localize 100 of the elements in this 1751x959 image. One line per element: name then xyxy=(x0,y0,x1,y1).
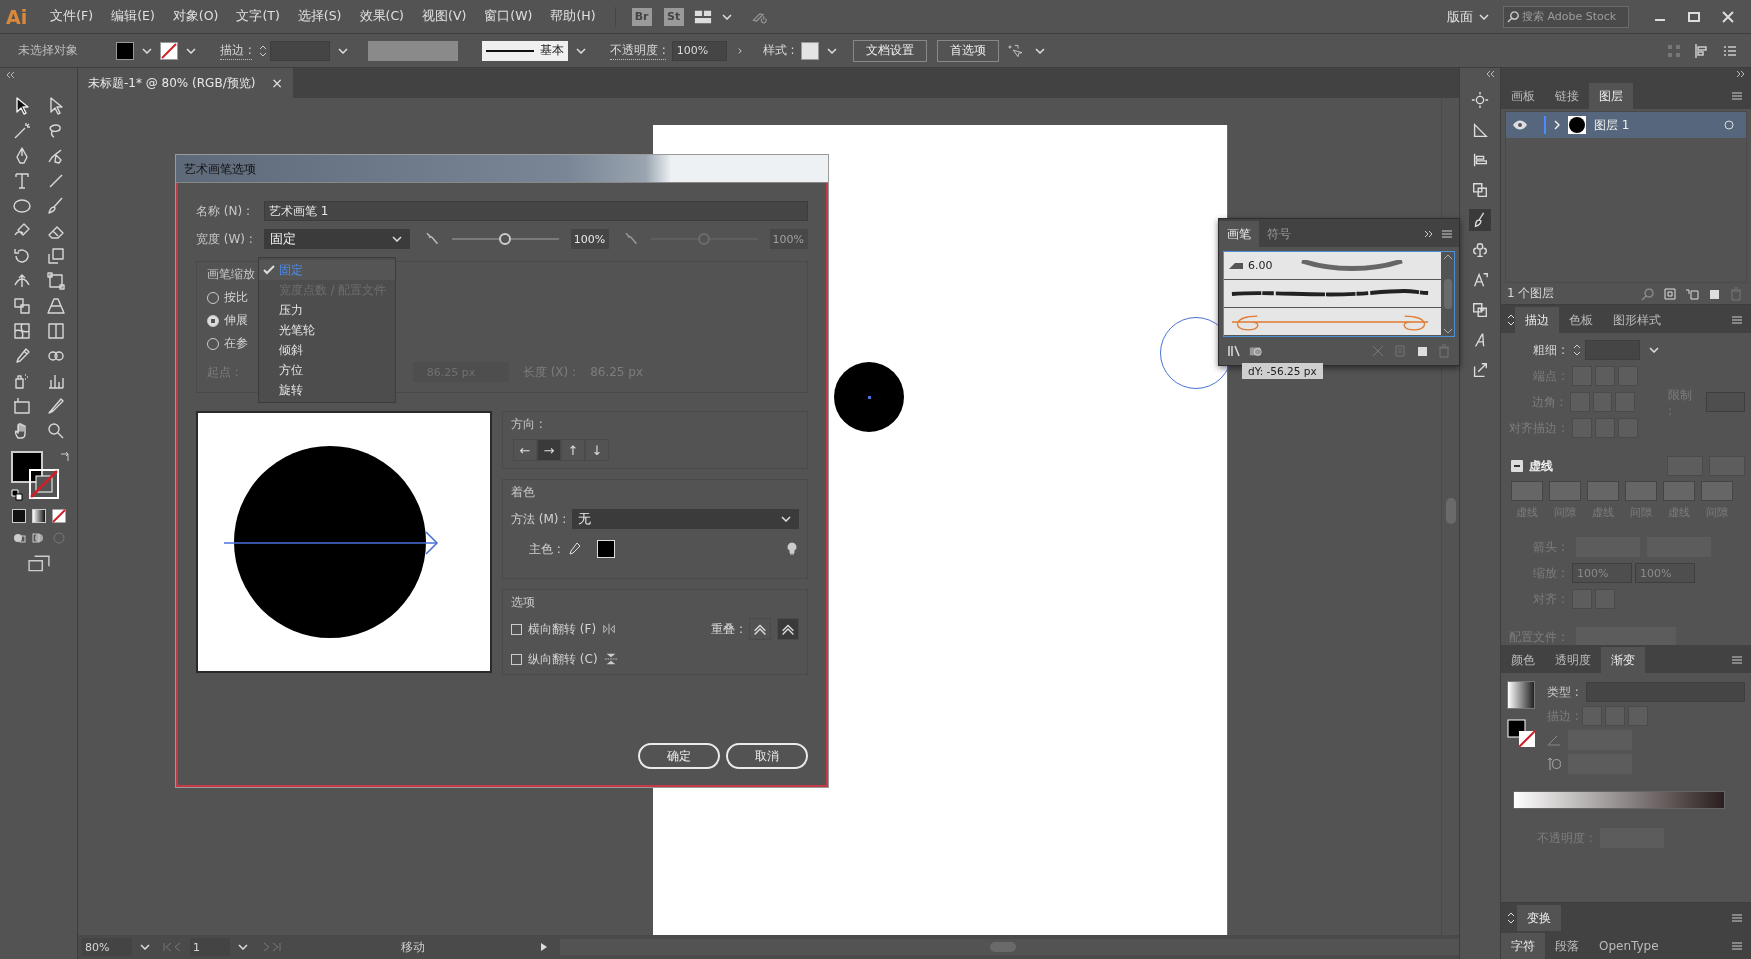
default-colors-icon[interactable] xyxy=(10,489,23,501)
stock-button[interactable]: St xyxy=(663,7,684,26)
layer-row[interactable]: 图层 1 xyxy=(1506,112,1746,138)
panel-tab[interactable]: 字符 xyxy=(1501,933,1545,959)
direction-button[interactable]: ↓ xyxy=(585,439,609,461)
zoom-field[interactable]: 80% xyxy=(82,938,132,956)
caret-icon[interactable] xyxy=(337,47,348,54)
menu-icon[interactable] xyxy=(1731,91,1743,101)
document-tab[interactable]: 未标题-1* @ 80% (RGB/预览) × xyxy=(78,68,294,98)
method-dropdown[interactable]: 无 xyxy=(572,509,799,529)
menu-option[interactable]: 旋转 xyxy=(259,380,395,400)
panel-tab[interactable]: 画板 xyxy=(1501,83,1545,109)
workspace-menu[interactable]: 版面 xyxy=(1447,7,1473,26)
menu-item[interactable]: 效果(C) xyxy=(350,8,413,25)
checkbox[interactable] xyxy=(511,623,522,635)
expand-arrows-icon[interactable] xyxy=(1484,70,1496,78)
opacity-field[interactable]: 100% xyxy=(671,40,727,61)
panel-tab[interactable]: 渐变 xyxy=(1601,647,1645,673)
scale-icon[interactable] xyxy=(45,246,66,266)
layout-grid-icon[interactable] xyxy=(693,8,712,25)
key-color-swatch[interactable] xyxy=(596,540,615,558)
width-dropdown[interactable]: 固定 xyxy=(264,229,411,249)
play-triangle-icon[interactable] xyxy=(540,942,548,952)
radio-button[interactable] xyxy=(207,314,219,327)
brush-definition-field[interactable]: 基本 xyxy=(481,40,568,61)
width-profile-field[interactable] xyxy=(367,40,458,61)
dash-field[interactable] xyxy=(1549,481,1581,501)
collapse-toggle-icon[interactable] xyxy=(1507,314,1515,326)
menu-option[interactable]: 光笔轮 xyxy=(259,320,395,340)
dialog-button[interactable]: 确定 xyxy=(638,743,720,769)
gradient-mode-icon[interactable] xyxy=(31,509,46,523)
dash-field[interactable] xyxy=(1625,481,1657,501)
panel-tab[interactable]: 变换 xyxy=(1517,905,1561,931)
width-percent-field[interactable]: 100% xyxy=(570,229,610,249)
panel-tab[interactable]: OpenType xyxy=(1589,933,1669,959)
panel-tab[interactable]: 色板 xyxy=(1559,307,1603,333)
dash-field[interactable] xyxy=(1587,481,1619,501)
rotate-icon[interactable] xyxy=(11,246,32,266)
panel-tab[interactable]: 画笔 xyxy=(1219,221,1259,247)
stroke-none-swatch[interactable] xyxy=(160,41,178,60)
menu-icon[interactable] xyxy=(1731,941,1743,951)
artboard-number-field[interactable]: 1 xyxy=(190,938,230,956)
draw-normal-icon[interactable] xyxy=(11,531,26,545)
collapse-toggle-icon[interactable] xyxy=(1507,912,1515,924)
collapse-arrows-icon[interactable] xyxy=(4,71,16,79)
menu-item[interactable]: 帮助(H) xyxy=(541,8,605,25)
swap-arrows-icon[interactable] xyxy=(58,451,71,463)
caret-icon[interactable] xyxy=(1034,47,1045,54)
caret-icon[interactable] xyxy=(826,47,837,54)
panel-tab[interactable]: 透明度 xyxy=(1545,647,1601,673)
max-percent-field[interactable]: 100% xyxy=(769,229,808,249)
menu-option[interactable]: 方位 xyxy=(259,360,395,380)
caret-icon[interactable] xyxy=(186,47,196,54)
panel-tab[interactable]: 符号 xyxy=(1259,221,1299,247)
toolbar-button[interactable]: 文档设置 xyxy=(852,39,927,62)
panel-tab[interactable]: 图层 xyxy=(1589,83,1633,109)
dialog-button[interactable]: 取消 xyxy=(726,743,808,769)
direction-button[interactable]: ↑ xyxy=(561,439,585,461)
name-field[interactable]: 艺术画笔 1 xyxy=(264,201,808,221)
menu-item[interactable]: 对象(O) xyxy=(163,8,228,25)
scrollbar-thumb[interactable] xyxy=(1443,279,1452,309)
caret-icon[interactable] xyxy=(140,944,150,950)
sun-icon[interactable] xyxy=(1469,89,1491,111)
checkbox[interactable] xyxy=(511,653,522,665)
search-field[interactable]: 搜索 Adobe Stock xyxy=(1503,5,1629,28)
caret-icon[interactable] xyxy=(721,13,732,20)
panel-tab[interactable]: 颜色 xyxy=(1501,647,1545,673)
menu-option[interactable]: 倾斜 xyxy=(259,340,395,360)
maximize-icon[interactable] xyxy=(1687,9,1701,24)
menu-item[interactable]: 视图(V) xyxy=(413,8,476,25)
transform-icon[interactable] xyxy=(45,271,66,291)
direction-button[interactable]: → xyxy=(537,439,561,461)
double-chevron-icon[interactable] xyxy=(1423,229,1435,239)
clip-mask-icon[interactable] xyxy=(1663,286,1677,301)
scroll-up-icon[interactable] xyxy=(1442,254,1453,260)
menu-icon[interactable] xyxy=(1731,655,1743,665)
caret-icon[interactable] xyxy=(1479,13,1489,20)
stroke-label[interactable]: 描边 : xyxy=(220,41,252,60)
toolbar-button[interactable]: 首选项 xyxy=(936,39,999,62)
gradient-swatch[interactable] xyxy=(1507,681,1535,709)
menu-icon[interactable] xyxy=(1441,229,1453,239)
none-mode-icon[interactable] xyxy=(51,509,66,523)
overlap-corner-button[interactable] xyxy=(749,618,771,640)
lightbulb-icon[interactable] xyxy=(785,542,799,556)
color-mode-icon[interactable] xyxy=(11,509,26,523)
brush-library-icon[interactable] xyxy=(1227,344,1241,358)
grid-dots-icon[interactable] xyxy=(1665,42,1683,59)
bridge-button[interactable]: Br xyxy=(631,7,652,26)
menu-item[interactable]: 选择(S) xyxy=(288,8,351,25)
direction-button[interactable]: ← xyxy=(513,439,537,461)
menu-item[interactable]: 编辑(E) xyxy=(102,8,164,25)
panel-tab[interactable]: 描边 xyxy=(1515,307,1559,333)
menu-item[interactable]: 窗口(W) xyxy=(475,8,542,25)
caret-icon[interactable] xyxy=(142,47,152,54)
dash-field[interactable] xyxy=(1701,481,1733,501)
menu-item[interactable]: 文字(T) xyxy=(227,8,289,25)
gradient-icon[interactable] xyxy=(45,321,66,341)
artboard-icon[interactable] xyxy=(11,396,32,416)
expand-arrows-icon[interactable] xyxy=(1735,70,1747,78)
stroke-none-swatch[interactable] xyxy=(28,469,59,499)
